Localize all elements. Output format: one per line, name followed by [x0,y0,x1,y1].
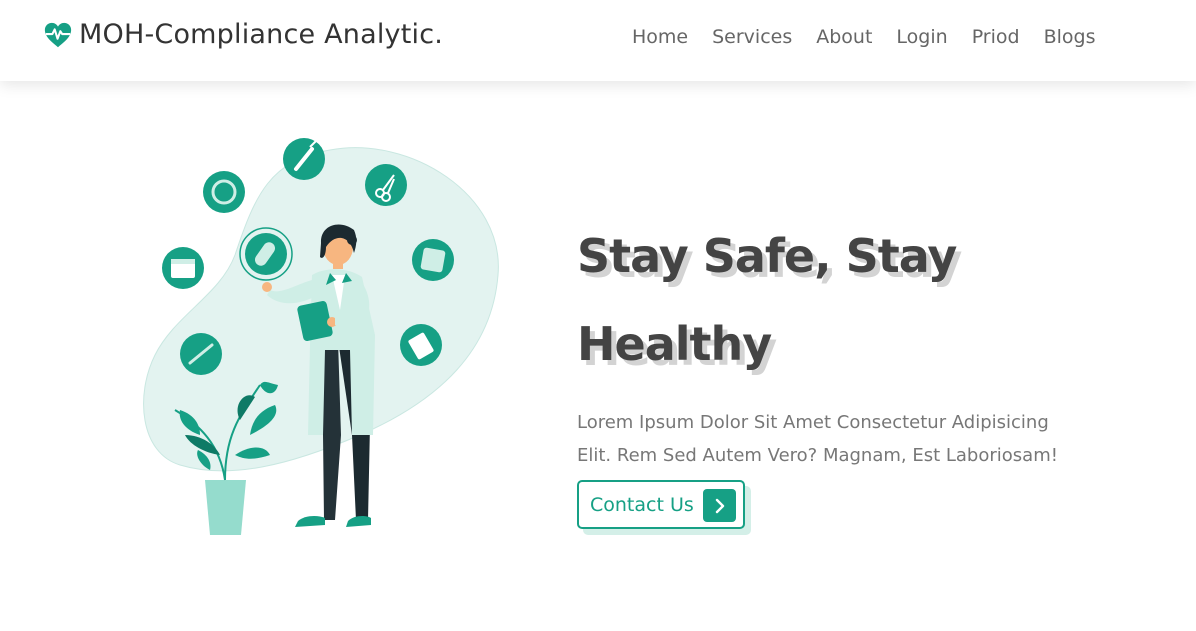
contact-us-label: Contact Us [590,493,694,516]
scissors-icon [365,164,407,206]
calendar-icon [162,247,204,289]
bandage-icon [412,239,454,281]
brand-name: MOH-Compliance Analytic. [79,19,444,50]
hero-content: Stay Safe, Stay Healthy Lorem Ipsum Dolo… [577,212,1097,472]
syringe-icon [283,138,325,180]
nav-login[interactable]: Login [896,26,947,48]
main-nav: Home Services About Login Priod Blogs [620,26,1108,48]
pill-icon [239,227,293,281]
site-header: MOH-Compliance Analytic. Home Services A… [0,0,1196,81]
chevron-right-icon [703,489,736,522]
nav-priod[interactable]: Priod [972,26,1020,48]
ring-icon [203,171,245,213]
nav-blogs[interactable]: Blogs [1044,26,1096,48]
doctor-illustration [143,138,499,535]
headline-line-1: Stay Safe, Stay [577,229,957,283]
brand-logo[interactable]: MOH-Compliance Analytic. [43,19,443,50]
hero-description: Lorem Ipsum Dolor Sit Amet Consectetur A… [577,412,1058,466]
headline-line-2: Healthy [577,317,772,371]
heartbeat-icon [44,22,72,47]
nav-about[interactable]: About [816,26,872,48]
thermometer-icon [180,333,222,375]
nav-services[interactable]: Services [712,26,792,48]
hero-headline: Stay Safe, Stay Healthy [577,212,1097,388]
contact-us-button[interactable]: Contact Us [577,480,745,529]
blister-pack-icon [400,324,442,366]
nav-home[interactable]: Home [632,26,688,48]
